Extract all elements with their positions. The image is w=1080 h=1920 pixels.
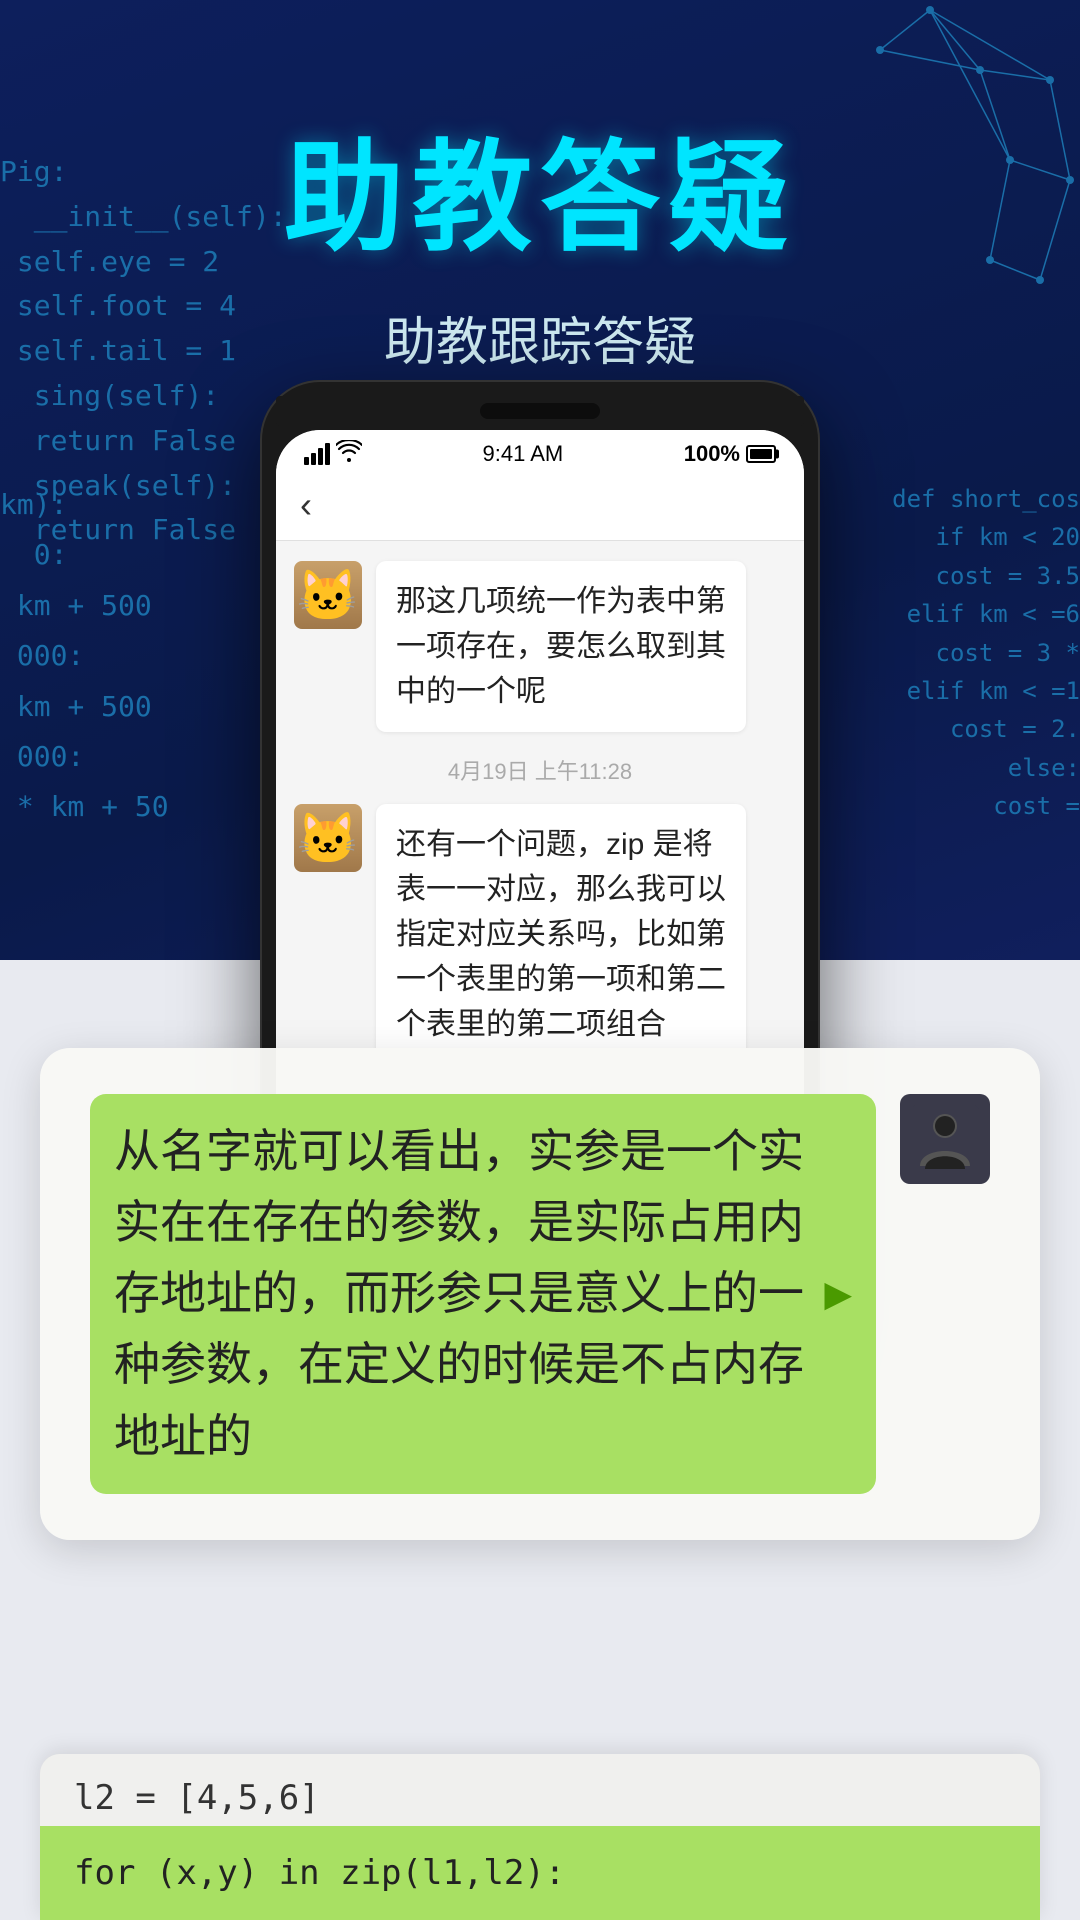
bubble-content: 从名字就可以看出，实参是一个实实在在存在的参数，是实际占用内存地址的，而形参只是… (90, 1094, 990, 1494)
bottom-code-section: l2 = [4,5,6] for (x,y) in zip(l1,l2): (40, 1754, 1040, 1920)
arrow-icon: ▶ (824, 1273, 852, 1315)
teacher-avatar (900, 1094, 990, 1184)
chat-message-1: 那这几项统一作为表中第一项存在，要怎么取到其中的一个呢 (294, 561, 786, 732)
student-avatar-1 (294, 561, 362, 629)
green-reply-bubble: 从名字就可以看出，实参是一个实实在在存在的参数，是实际占用内存地址的，而形参只是… (90, 1094, 876, 1494)
status-right: 100% (684, 441, 776, 467)
wifi-icon (336, 440, 362, 468)
message-bubble-1: 那这几项统一作为表中第一项存在，要怎么取到其中的一个呢 (376, 561, 746, 732)
battery-icon (746, 445, 776, 463)
timestamp-1: 4月19日 上午11:28 (294, 754, 786, 786)
status-time: 9:41 AM (483, 441, 564, 467)
phone-notch-bar (276, 396, 804, 426)
back-button[interactable]: ‹ (300, 484, 312, 526)
chat-message-2: 还有一个问题，zip 是将表一一对应，那么我可以指定对应关系吗，比如第一个表里的… (294, 804, 786, 1065)
status-left (304, 440, 362, 468)
code-lines-2-3: for (x,y) in zip(l1,l2): (40, 1826, 1040, 1920)
teacher-reply-section: 从名字就可以看出，实参是一个实实在在存在的参数，是实际占用内存地址的，而形参只是… (40, 1048, 1040, 1540)
student-avatar-2 (294, 804, 362, 872)
page-title: 助教答疑 (0, 100, 1080, 274)
teacher-reply-bubble: 从名字就可以看出，实参是一个实实在在存在的参数，是实际占用内存地址的，而形参只是… (40, 1048, 1040, 1540)
phone-notch (480, 403, 600, 419)
teacher-reply-text: 从名字就可以看出，实参是一个实实在在存在的参数，是实际占用内存地址的，而形参只是… (114, 1116, 812, 1472)
signal-icon (304, 443, 330, 465)
message-bubble-2: 还有一个问题，zip 是将表一一对应，那么我可以指定对应关系吗，比如第一个表里的… (376, 804, 746, 1065)
chat-area: 那这几项统一作为表中第一项存在，要怎么取到其中的一个呢 4月19日 上午11:2… (276, 541, 804, 1107)
code-line-1: l2 = [4,5,6] (40, 1754, 1040, 1826)
nav-bar: ‹ (276, 474, 804, 541)
battery-percent: 100% (684, 441, 740, 467)
code-bg-right: def short_cos if km < 20 cost = 3.5 elif… (800, 480, 1080, 826)
status-bar: 9:41 AM 100% (276, 430, 804, 474)
code-bg-left-bottom: km): 0: km + 500 000: km + 500 000: * km… (0, 480, 280, 833)
